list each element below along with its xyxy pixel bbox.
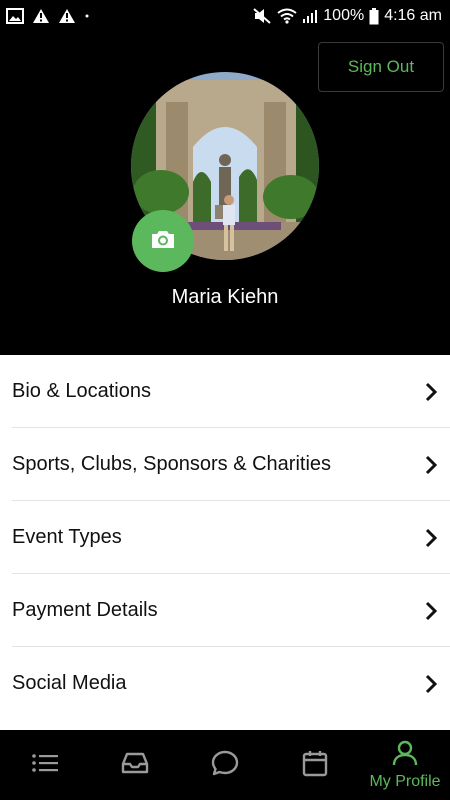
- status-bar: 100% 4:16 am: [0, 0, 450, 32]
- mute-icon: [252, 7, 272, 25]
- chat-icon: [211, 750, 239, 781]
- menu-item-label: Event Types: [12, 526, 122, 548]
- image-notification-icon: [6, 8, 24, 24]
- nav-item-chat[interactable]: [180, 730, 270, 800]
- status-system: 100% 4:16 am: [252, 7, 442, 25]
- chevron-right-icon: [424, 601, 438, 621]
- menu-item-event-types[interactable]: Event Types: [0, 501, 450, 574]
- menu-item-bio-locations[interactable]: Bio & Locations: [0, 355, 450, 428]
- signal-icon: [302, 8, 318, 24]
- nav-item-label: My Profile: [369, 772, 441, 790]
- menu-item-label: Bio & Locations: [12, 380, 151, 402]
- chevron-right-icon: [424, 455, 438, 475]
- nav-item-calendar[interactable]: [270, 730, 360, 800]
- status-notifications: [6, 8, 90, 24]
- profile-name: Maria Kiehn: [171, 286, 279, 308]
- menu-item-label: Social Media: [12, 672, 127, 694]
- bottom-nav: My Profile: [0, 730, 450, 800]
- wifi-icon: [277, 8, 297, 24]
- list-icon: [31, 752, 59, 779]
- nav-item-inbox[interactable]: [90, 730, 180, 800]
- battery-icon: [369, 7, 379, 25]
- profile-icon: [392, 740, 418, 771]
- menu-item-social-media[interactable]: Social Media: [0, 647, 450, 720]
- menu-item-sports-clubs[interactable]: Sports, Clubs, Sponsors & Charities: [0, 428, 450, 501]
- battery-percent: 100%: [323, 7, 365, 24]
- chevron-right-icon: [424, 528, 438, 548]
- menu-item-payment-details[interactable]: Payment Details: [0, 574, 450, 647]
- warning-icon-2: [58, 8, 76, 24]
- menu-item-label: Payment Details: [12, 599, 158, 621]
- chevron-right-icon: [424, 674, 438, 694]
- nav-item-my-profile[interactable]: My Profile: [360, 730, 450, 800]
- dot-indicator-icon: [84, 8, 90, 24]
- chevron-right-icon: [424, 382, 438, 402]
- menu-item-label: Sports, Clubs, Sponsors & Charities: [12, 453, 332, 475]
- sign-out-button[interactable]: Sign Out: [318, 42, 444, 92]
- camera-icon: [150, 228, 176, 255]
- profile-menu: Bio & Locations Sports, Clubs, Sponsors …: [0, 355, 450, 730]
- change-photo-button[interactable]: [132, 210, 194, 272]
- profile-header: Sign Out Maria Kiehn: [0, 32, 450, 355]
- inbox-icon: [120, 751, 150, 780]
- clock: 4:16 am: [384, 7, 442, 24]
- nav-item-list[interactable]: [0, 730, 90, 800]
- calendar-icon: [302, 749, 328, 782]
- warning-icon: [32, 8, 50, 24]
